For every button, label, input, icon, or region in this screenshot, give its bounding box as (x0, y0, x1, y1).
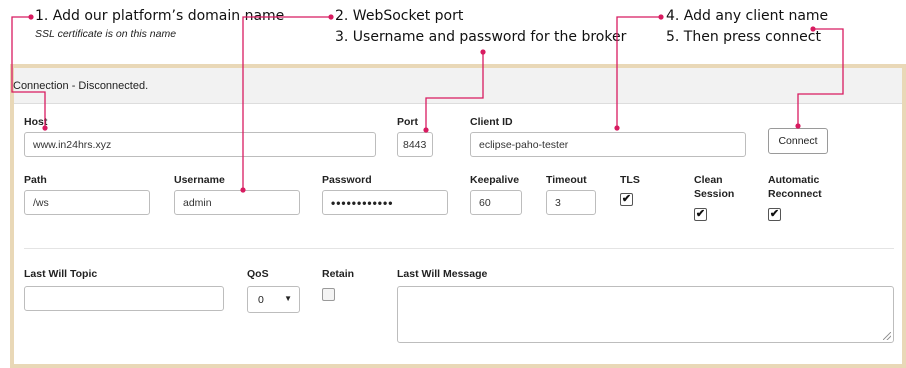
retain-label: Retain (322, 268, 355, 280)
path-label: Path (24, 174, 47, 186)
annotation-step-3: 3. Username and password for the broker (335, 29, 627, 45)
password-label: Password (322, 174, 372, 186)
last-will-topic-input[interactable] (24, 286, 224, 311)
section-divider (24, 248, 894, 249)
client-id-input[interactable]: eclipse-paho-tester (470, 132, 746, 157)
port-input[interactable]: 8443 (397, 132, 433, 157)
annotation-step-1-note: SSL certificate is on this name (35, 28, 177, 40)
last-will-message-label: Last Will Message (397, 268, 488, 280)
callout-dot-port-ws-start (480, 49, 486, 55)
host-input[interactable]: www.in24hrs.xyz (24, 132, 376, 157)
keepalive-label: Keepalive (470, 174, 520, 186)
port-label: Port (397, 116, 418, 128)
callout-dot-port-start (328, 14, 334, 20)
qos-select[interactable]: 0 ▼ (247, 286, 300, 313)
callout-dot-host-start (28, 14, 34, 20)
connect-button[interactable]: Connect (768, 128, 828, 154)
keepalive-input[interactable]: 60 (470, 190, 522, 215)
qos-label: QoS (247, 268, 269, 280)
auto-reconnect-label-line1: Automatic (768, 174, 820, 186)
qos-selected-value: 0 (258, 293, 264, 306)
chevron-down-icon: ▼ (284, 294, 292, 303)
username-label: Username (174, 174, 225, 186)
password-input[interactable]: •••••••••••• (322, 190, 448, 215)
auto-reconnect-checkbox[interactable]: ✔ (768, 208, 781, 221)
resize-grip-icon[interactable] (883, 332, 891, 340)
tls-checkbox[interactable]: ✔ (620, 193, 633, 206)
retain-checkbox[interactable] (322, 288, 335, 301)
last-will-topic-label: Last Will Topic (24, 268, 98, 280)
callout-dot-client-start (658, 14, 664, 20)
last-will-message-textarea[interactable] (397, 286, 894, 343)
annotation-step-4: 4. Add any client name (666, 8, 829, 24)
path-input[interactable]: /ws (24, 190, 150, 215)
auto-reconnect-label-line2: Reconnect (768, 188, 822, 200)
clean-session-checkbox[interactable]: ✔ (694, 208, 707, 221)
annotation-step-2: 2. WebSocket port (335, 8, 464, 24)
username-input[interactable]: admin (174, 190, 300, 215)
clean-session-label-line2: Session (694, 188, 735, 200)
clean-session-label-line1: Clean (694, 174, 723, 186)
timeout-input[interactable]: 3 (546, 190, 596, 215)
host-label: Host (24, 116, 48, 128)
timeout-label: Timeout (546, 174, 587, 186)
annotation-step-5: 5. Then press connect (666, 29, 821, 45)
client-id-label: Client ID (470, 116, 513, 128)
annotation-step-1: 1. Add our platform’s domain name (35, 8, 285, 24)
tls-label: TLS (620, 174, 640, 186)
connection-status: Connection - Disconnected. (13, 80, 149, 92)
